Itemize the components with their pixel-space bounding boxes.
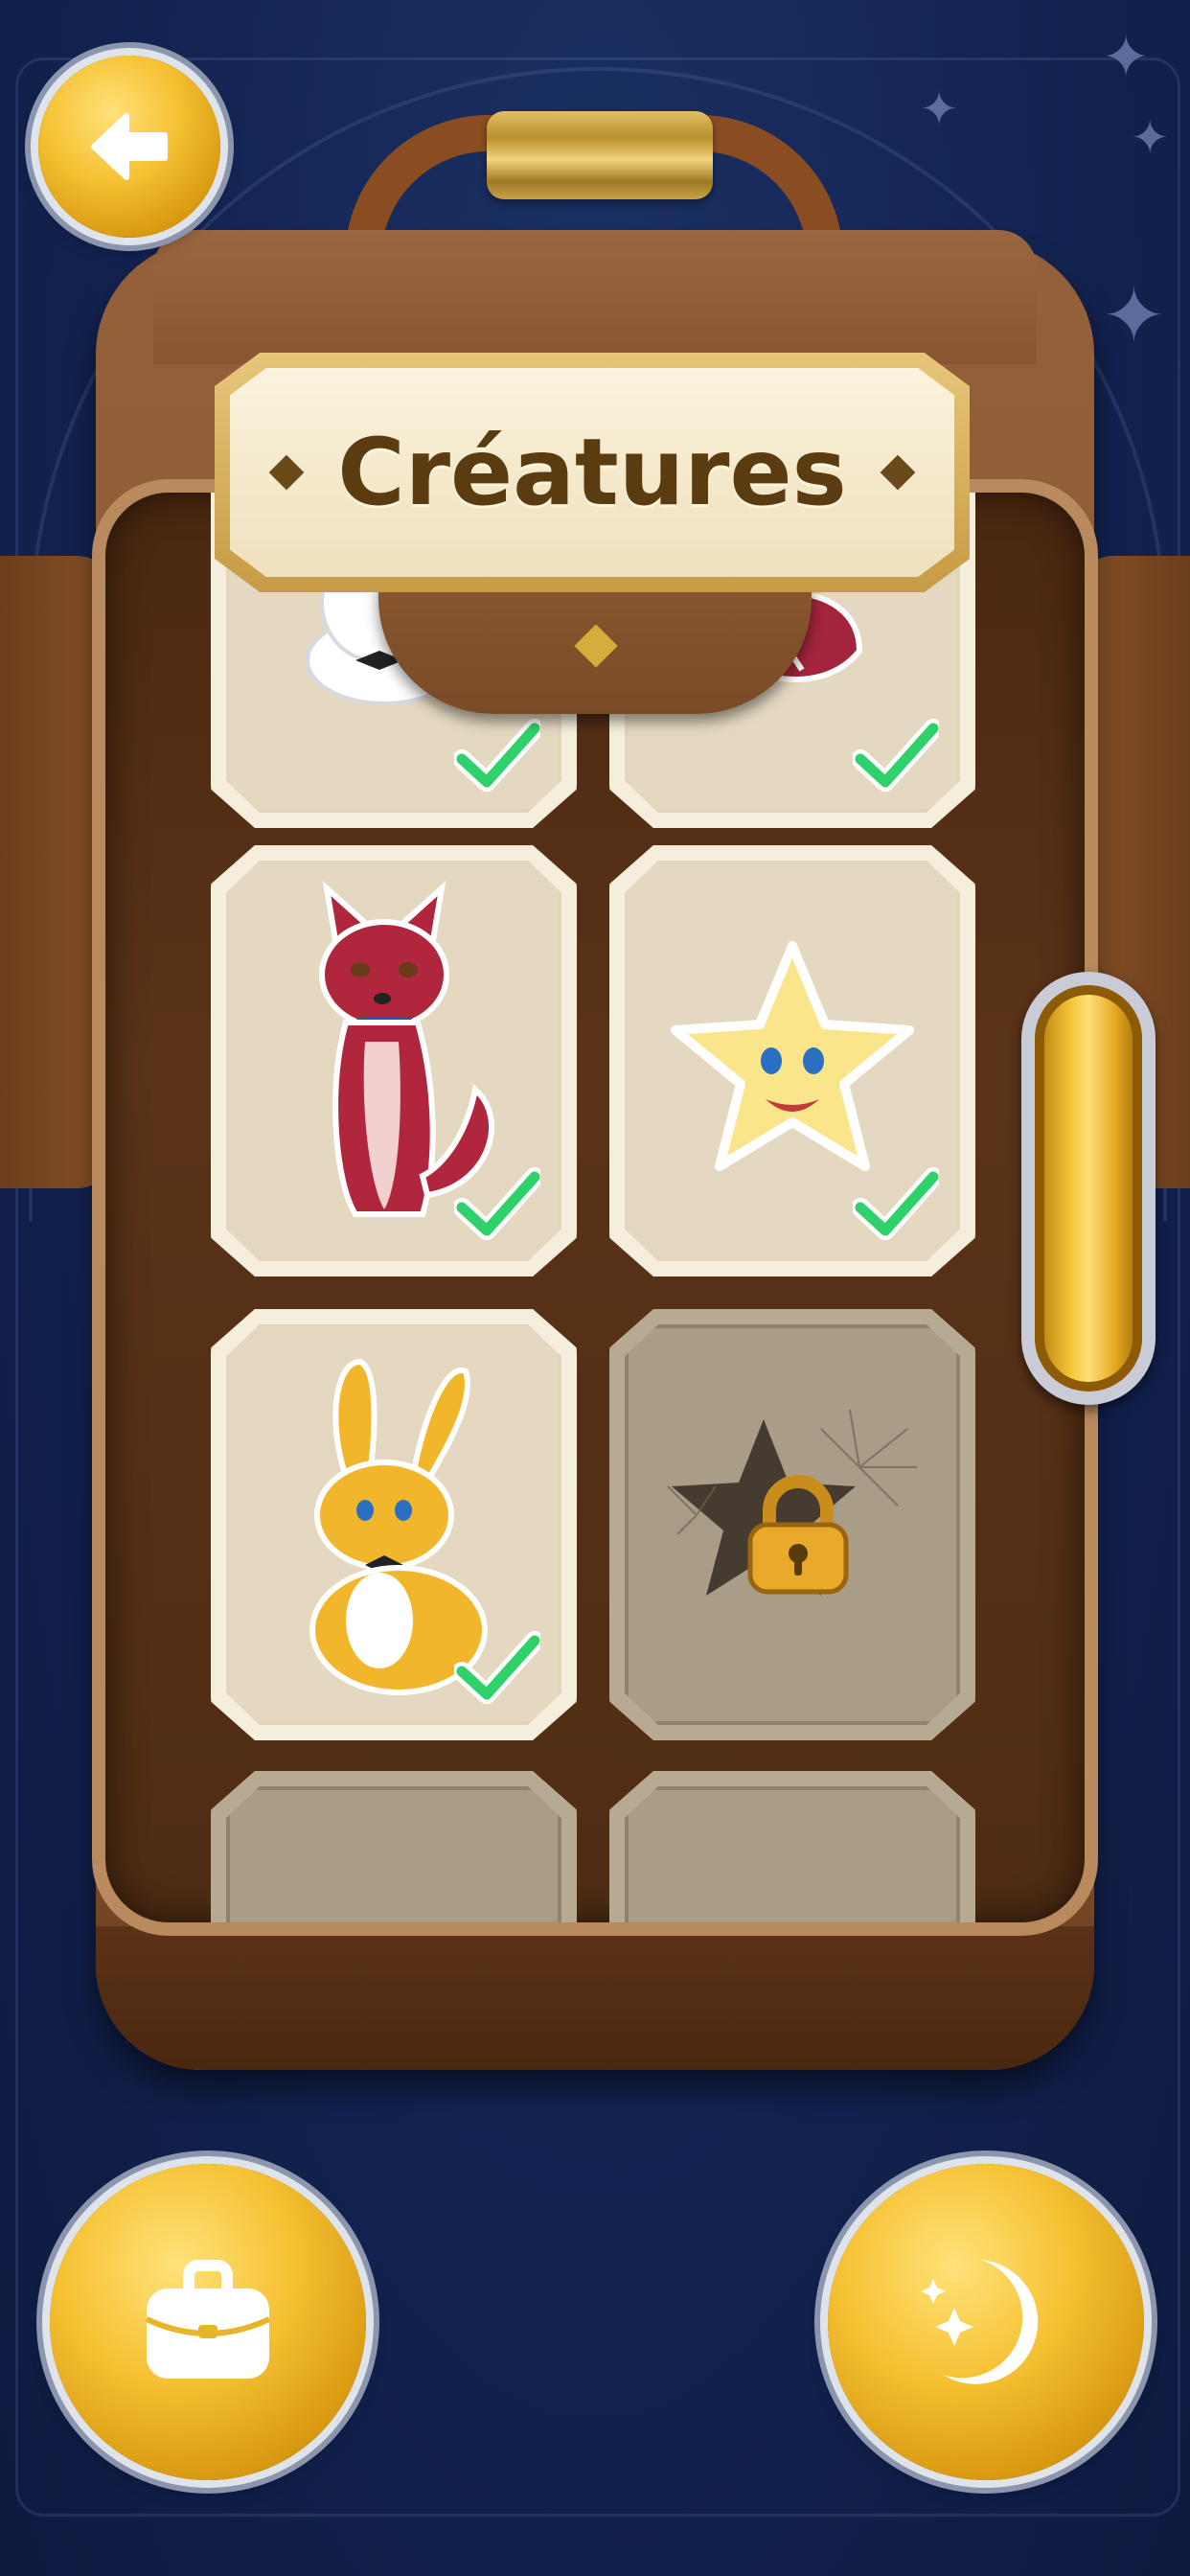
sparkle-icon: ✦ [1102,271,1167,360]
creature-card-locked[interactable] [609,1309,975,1740]
creature-card-yellow-star[interactable] [609,845,975,1276]
night-mode-button[interactable] [828,2164,1144,2480]
silhouette-icon [298,1900,490,1936]
page-title: Créatures [337,419,847,526]
diamond-ornament [268,454,305,491]
checkmark-icon [853,719,939,792]
handle-strap [487,111,713,199]
smiling-star-icon [671,941,914,1171]
sparkle-icon: ✦ [1131,111,1170,165]
creature-card-golden-bunny[interactable] [211,1309,577,1740]
backpack-icon [145,2260,271,2379]
creature-card-red-fox[interactable] [211,845,577,1276]
creature-card-hidden[interactable] [609,1771,975,1936]
silhouette-icon [697,1900,888,1936]
backpack-bottom [96,1926,1094,2070]
checkmark-icon [454,1167,540,1240]
checkmark-icon [454,1631,540,1704]
creature-card-hidden[interactable] [211,1771,577,1936]
backpack-flap [153,230,1037,364]
sparkle-icon: ✦ [1102,24,1151,91]
scrollbar-thumb[interactable] [1035,985,1142,1392]
sparkle-icon: ✦ [920,82,959,136]
arrow-left-icon [91,113,168,180]
checkmark-icon [853,1167,939,1240]
backpack-button[interactable] [50,2164,366,2480]
checkmark-icon [454,719,540,792]
back-button[interactable] [38,56,220,238]
moon-stars-icon [921,2260,1039,2384]
padlock-icon [747,1475,849,1595]
diamond-ornament [880,454,916,491]
title-plaque: Créatures [215,353,970,592]
